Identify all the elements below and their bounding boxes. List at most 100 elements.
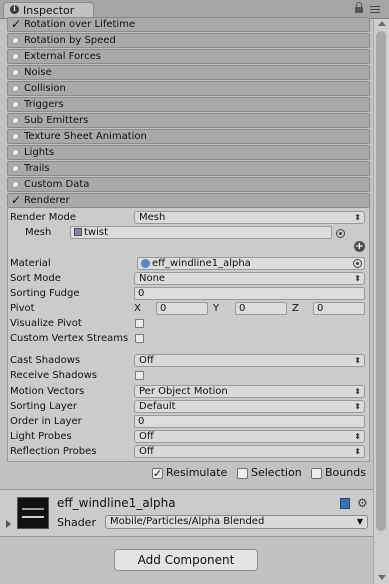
sort-mode-dropdown[interactable]: None ⬍ [134, 272, 365, 285]
checkmark-icon[interactable]: ✓ [11, 17, 21, 31]
module-external-forces[interactable]: External Forces [7, 49, 370, 64]
receive-shadows-label: Receive Shadows [10, 370, 97, 381]
module-toggle-dot-icon[interactable] [12, 181, 19, 188]
vertical-scrollbar[interactable] [373, 19, 389, 584]
help-book-icon[interactable] [340, 498, 350, 509]
material-label: Material [10, 258, 51, 269]
light-probes-dropdown[interactable]: Off ⬍ [134, 430, 365, 443]
dropdown-arrows-icon: ⬍ [354, 356, 361, 365]
mesh-field[interactable]: twist [70, 226, 332, 239]
tab-inspector-label: Inspector [23, 4, 75, 17]
material-field[interactable]: eff_windline1_alpha [137, 257, 365, 270]
module-label: Noise [24, 67, 52, 78]
module-lights[interactable]: Lights [7, 145, 370, 160]
render-mode-dropdown[interactable]: Mesh ⬍ [134, 211, 365, 224]
sorting-fudge-value: 0 [138, 288, 145, 299]
pivot-y-field[interactable]: 0 [235, 302, 287, 315]
module-toggle-dot-icon[interactable] [12, 101, 19, 108]
module-rotation-over-lifetime[interactable]: ✓ Rotation over Lifetime [7, 17, 370, 32]
module-toggle-dot-icon[interactable] [12, 165, 19, 172]
visualize-pivot-checkbox[interactable] [135, 319, 144, 328]
module-noise[interactable]: Noise [7, 65, 370, 80]
material-preview-thumbnail [17, 497, 49, 529]
object-picker-icon[interactable] [336, 229, 345, 238]
cast-shadows-dropdown[interactable]: Off ⬍ [134, 354, 365, 367]
dropdown-arrows-icon: ⬍ [354, 213, 361, 222]
bounds-label: Bounds [325, 466, 366, 479]
dropdown-arrows-icon: ⬍ [354, 432, 361, 441]
scroll-down-arrow-icon[interactable] [378, 575, 386, 580]
dropdown-arrows-icon: ⬍ [354, 387, 361, 396]
render-mode-value: Mesh [139, 212, 166, 223]
checkmark-icon[interactable]: ✓ [11, 193, 21, 207]
custom-vertex-streams-label: Custom Vertex Streams [10, 333, 129, 344]
dropdown-arrow-icon: ▼ [356, 517, 363, 526]
lock-icon[interactable] [355, 2, 363, 13]
sorting-fudge-field[interactable]: 0 [134, 287, 365, 300]
motion-vectors-dropdown[interactable]: Per Object Motion ⬍ [134, 385, 365, 398]
pivot-z-value: 0 [317, 303, 324, 314]
module-triggers[interactable]: Triggers [7, 97, 370, 112]
pivot-label: Pivot [10, 303, 35, 314]
module-toggle-dot-icon[interactable] [12, 69, 19, 76]
module-rotation-by-speed[interactable]: Rotation by Speed [7, 33, 370, 48]
module-toggle-dot-icon[interactable] [12, 117, 19, 124]
pivot-y-value: 0 [239, 303, 246, 314]
add-component-label: Add Component [137, 553, 235, 567]
light-probes-label: Light Probes [10, 431, 72, 442]
material-sphere-icon [141, 259, 150, 268]
menu-icon[interactable] [370, 6, 380, 14]
resimulate-checkbox[interactable]: ✓ [152, 468, 163, 479]
module-label: Rotation over Lifetime [24, 19, 136, 30]
sorting-layer-label: Sorting Layer [10, 401, 78, 412]
cast-shadows-label: Cast Shadows [10, 355, 81, 366]
sorting-layer-dropdown[interactable]: Default ⬍ [134, 400, 365, 413]
pivot-x-field[interactable]: 0 [156, 302, 208, 315]
module-texture-sheet-animation[interactable]: Texture Sheet Animation [7, 129, 370, 144]
gear-icon[interactable]: ⚙ [357, 496, 368, 510]
module-toggle-dot-icon[interactable] [12, 149, 19, 156]
mesh-icon [74, 228, 82, 236]
module-label: Sub Emitters [24, 115, 89, 126]
module-toggle-dot-icon[interactable] [12, 133, 19, 140]
add-component-button[interactable]: Add Component [114, 549, 258, 571]
module-sub-emitters[interactable]: Sub Emitters [7, 113, 370, 128]
shader-label: Shader [57, 516, 96, 529]
material-header [0, 490, 373, 536]
receive-shadows-checkbox[interactable] [135, 371, 144, 380]
module-label: Texture Sheet Animation [24, 131, 147, 142]
scroll-up-arrow-icon[interactable] [378, 21, 386, 26]
tab-inspector[interactable]: i Inspector [3, 2, 94, 18]
pivot-z-label: Z [292, 303, 299, 314]
module-toggle-dot-icon[interactable] [12, 85, 19, 92]
scrollbar-thumb[interactable] [376, 31, 386, 531]
info-icon: i [10, 5, 19, 14]
pivot-z-field[interactable]: 0 [313, 302, 365, 315]
pivot-y-label: Y [213, 303, 220, 314]
dropdown-arrows-icon: ⬍ [354, 402, 361, 411]
shader-dropdown[interactable]: Mobile/Particles/Alpha Blended ▼ [105, 515, 368, 529]
material-value: eff_windline1_alpha [152, 258, 251, 269]
reflection-probes-value: Off [139, 446, 154, 457]
module-toggle-dot-icon[interactable] [12, 37, 19, 44]
module-toggle-dot-icon[interactable] [12, 53, 19, 60]
custom-vertex-streams-checkbox[interactable] [135, 334, 144, 343]
material-name: eff_windline1_alpha [57, 496, 176, 510]
module-label: External Forces [24, 51, 101, 62]
module-custom-data[interactable]: Custom Data [7, 177, 370, 192]
add-mesh-plus-icon[interactable]: + [354, 241, 365, 252]
bounds-checkbox[interactable] [311, 468, 322, 479]
module-trails[interactable]: Trails [7, 161, 370, 176]
selection-checkbox[interactable] [237, 468, 248, 479]
order-in-layer-field[interactable]: 0 [134, 415, 365, 428]
module-renderer[interactable]: ✓ Renderer [7, 193, 370, 208]
shader-value: Mobile/Particles/Alpha Blended [110, 516, 265, 527]
sorting-layer-value: Default [139, 401, 176, 412]
order-in-layer-label: Order in Layer [10, 416, 82, 427]
reflection-probes-dropdown[interactable]: Off ⬍ [134, 445, 365, 458]
module-collision[interactable]: Collision [7, 81, 370, 96]
sorting-fudge-label: Sorting Fudge [10, 288, 80, 299]
object-picker-icon[interactable] [353, 259, 362, 268]
module-label: Custom Data [24, 179, 90, 190]
foldout-arrow-icon[interactable] [6, 520, 11, 528]
